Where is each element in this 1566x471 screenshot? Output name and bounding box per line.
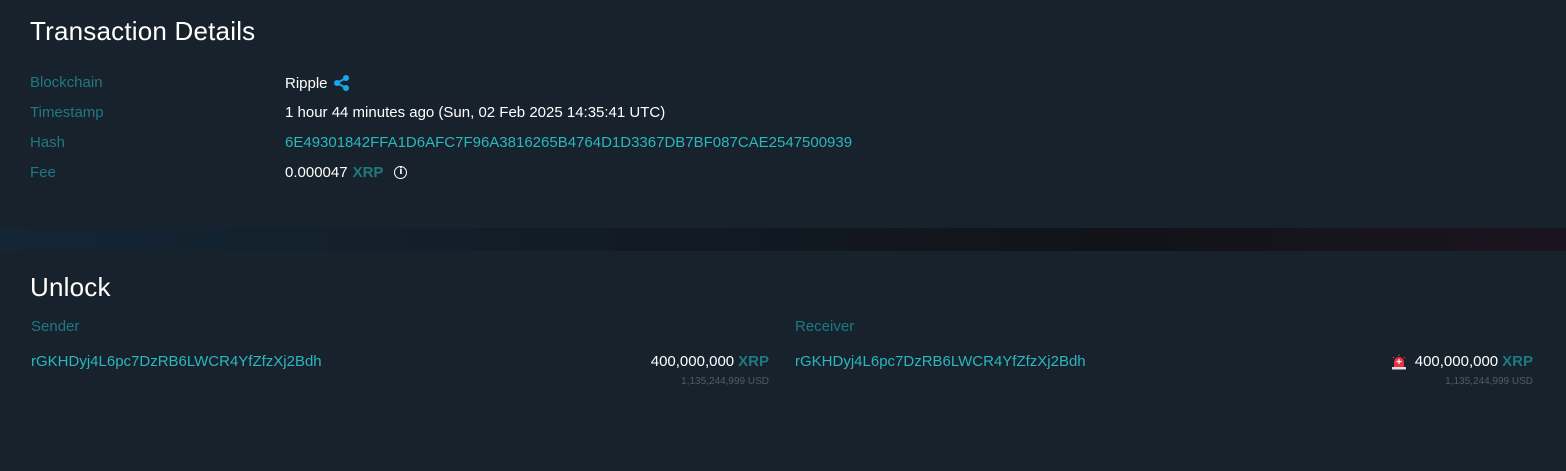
blockchain-value: Ripple: [285, 74, 351, 92]
receiver-amount: 400,000,000 XRP: [1391, 353, 1533, 370]
receiver-header: Receiver: [795, 318, 855, 335]
fee-amount: 0.000047: [285, 164, 348, 181]
blockchain-name: Ripple: [285, 74, 328, 92]
detail-row-hash: Hash 6E49301842FFA1D6AFC7F96A3816265B476…: [30, 134, 1530, 156]
sender-amount: 400,000,000 XRP: [651, 353, 769, 370]
receiver-amount-unit: XRP: [1502, 353, 1533, 370]
timestamp-value: 1 hour 44 minutes ago (Sun, 02 Feb 2025 …: [285, 104, 666, 121]
hash-label: Hash: [30, 134, 66, 151]
sender-amount-unit: XRP: [738, 353, 769, 370]
ripple-icon: [333, 75, 349, 91]
receiver-usd-value: 1,135,244,999 USD: [1445, 376, 1533, 387]
section-divider: [0, 228, 1566, 251]
detail-row-fee: Fee 0.000047 XRP i: [30, 164, 1530, 186]
unlock-title: Unlock: [30, 272, 111, 302]
timestamp-label: Timestamp: [30, 104, 104, 121]
sender-address-link[interactable]: rGKHDyj4L6pc7DzRB6LWCR4YfZfzXj2Bdh: [31, 353, 322, 370]
detail-row-timestamp: Timestamp 1 hour 44 minutes ago (Sun, 02…: [30, 104, 1530, 126]
fee-unit: XRP: [352, 164, 384, 181]
detail-row-blockchain: Blockchain Ripple: [30, 74, 1530, 96]
blockchain-label: Blockchain: [30, 74, 103, 91]
sender-amount-value: 400,000,000: [650, 353, 735, 370]
info-icon[interactable]: i: [394, 166, 408, 179]
fee-label: Fee: [30, 164, 56, 181]
fee-value: 0.000047 XRP i: [285, 164, 408, 181]
receiver-amount-value: 400,000,000: [1414, 353, 1499, 370]
sender-header: Sender: [31, 318, 80, 335]
receiver-address-link[interactable]: rGKHDyj4L6pc7DzRB6LWCR4YfZfzXj2Bdh: [795, 353, 1086, 370]
alarm-siren-icon: [1391, 354, 1406, 369]
sender-usd-value: 1,135,244,999 USD: [681, 376, 769, 387]
page-title: Transaction Details: [30, 16, 256, 46]
hash-link[interactable]: 6E49301842FFA1D6AFC7F96A3816265B4764D1D3…: [285, 134, 852, 151]
